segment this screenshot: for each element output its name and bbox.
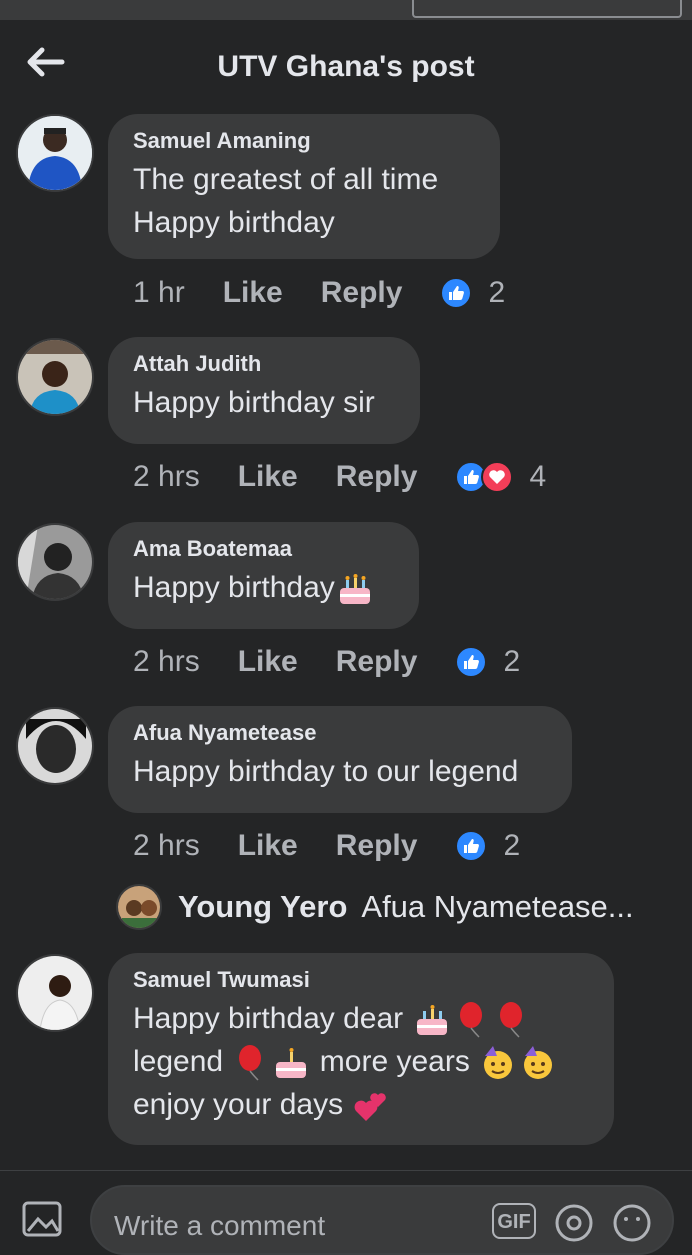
reaction-count[interactable]: 2 bbox=[503, 645, 520, 679]
comment-author[interactable]: Attah Judith bbox=[133, 351, 396, 377]
balloon-icon bbox=[499, 1002, 522, 1038]
comment-actions: 1 hr Like Reply 2 bbox=[133, 273, 505, 313]
thumbs-up-icon bbox=[440, 277, 473, 309]
comment-time: 2 hrs bbox=[133, 829, 200, 862]
comment-time: 1 hr bbox=[133, 276, 185, 309]
heart-icon bbox=[481, 461, 514, 493]
comment-bubble[interactable]: Attah Judith Happy birthday sir bbox=[108, 337, 420, 444]
comment-actions: 2 hrs Like Reply 4 bbox=[133, 457, 546, 497]
reaction-count[interactable]: 2 bbox=[503, 829, 520, 863]
mention-icon[interactable] bbox=[554, 1203, 594, 1243]
top-status-strip bbox=[0, 0, 692, 20]
comment-actions: 2 hrs Like Reply 2 bbox=[133, 826, 520, 866]
balloon-icon bbox=[239, 1045, 262, 1081]
reply-button[interactable]: Reply bbox=[321, 276, 403, 310]
comment-author[interactable]: Ama Boatemaa bbox=[133, 536, 395, 562]
like-button[interactable]: Like bbox=[223, 276, 283, 310]
comment-bubble[interactable]: Samuel Amaning The greatest of all time … bbox=[108, 114, 500, 259]
balloon-icon bbox=[459, 1002, 482, 1038]
reply-button[interactable]: Reply bbox=[336, 460, 418, 494]
comment-text: enjoy your days bbox=[133, 1083, 590, 1126]
avatar bbox=[116, 884, 162, 930]
reply-preview[interactable]: Young Yero Afua Nyametease... bbox=[116, 882, 634, 932]
comment-author[interactable]: Samuel Amaning bbox=[133, 128, 476, 154]
comment-text: legend more years bbox=[133, 1040, 590, 1083]
comment-bubble[interactable]: Ama Boatemaa Happy birthday bbox=[108, 522, 419, 629]
reply-button[interactable]: Reply bbox=[336, 645, 418, 679]
comment-time: 2 hrs bbox=[133, 460, 200, 493]
comment-text: The greatest of all time bbox=[133, 163, 439, 196]
reply-snippet: Afua Nyametease... bbox=[361, 889, 634, 924]
thumbs-up-icon bbox=[455, 830, 488, 862]
post-header: UTV Ghana's post bbox=[0, 20, 692, 112]
comment-time: 2 hrs bbox=[133, 645, 200, 678]
comment-actions: 2 hrs Like Reply 2 bbox=[133, 642, 520, 682]
gif-button[interactable]: GIF bbox=[492, 1203, 536, 1239]
comment-author[interactable]: Samuel Twumasi bbox=[133, 967, 590, 993]
reply-author[interactable]: Young Yero bbox=[178, 889, 347, 925]
two-hearts-icon bbox=[355, 1093, 387, 1122]
thumbs-up-icon bbox=[455, 646, 488, 678]
like-button[interactable]: Like bbox=[238, 645, 298, 679]
birthday-cake-icon bbox=[339, 574, 370, 605]
comment-text-content: legend bbox=[133, 1045, 224, 1078]
like-button[interactable]: Like bbox=[238, 829, 298, 863]
emoji-icon[interactable] bbox=[612, 1203, 652, 1243]
comment-input[interactable] bbox=[112, 1205, 476, 1247]
top-field-outline bbox=[412, 0, 682, 18]
birthday-cake-icon bbox=[276, 1048, 307, 1079]
page-title: UTV Ghana's post bbox=[217, 50, 475, 83]
reaction-count[interactable]: 2 bbox=[488, 276, 505, 310]
avatar[interactable] bbox=[16, 114, 94, 192]
reply-button[interactable]: Reply bbox=[336, 829, 418, 863]
party-face-icon bbox=[484, 1046, 513, 1080]
comment-composer: GIF bbox=[90, 1185, 674, 1255]
comment-text-content: more years bbox=[319, 1045, 470, 1078]
comment-bubble[interactable]: Afua Nyametease Happy birthday to our le… bbox=[108, 706, 572, 813]
comment-text: Happy birthday sir bbox=[133, 386, 375, 419]
reaction-count[interactable]: 4 bbox=[529, 460, 546, 494]
avatar[interactable] bbox=[16, 954, 94, 1032]
avatar[interactable] bbox=[16, 338, 94, 416]
comment-text: Happy birthday bbox=[133, 206, 335, 239]
comment-text-content: Happy birthday bbox=[133, 571, 335, 604]
comment-text-content: enjoy your days bbox=[133, 1088, 344, 1121]
comment-composer-bar: GIF bbox=[0, 1170, 692, 1255]
comment-text-content: Happy birthday dear bbox=[133, 1002, 404, 1035]
avatar[interactable] bbox=[16, 523, 94, 601]
comment-author[interactable]: Afua Nyametease bbox=[133, 720, 548, 746]
birthday-cake-icon bbox=[416, 1005, 447, 1036]
comment-text: Happy birthday bbox=[133, 566, 395, 609]
photo-icon[interactable] bbox=[20, 1197, 70, 1241]
party-face-icon bbox=[524, 1046, 553, 1080]
comment-text: Happy birthday dear bbox=[133, 997, 590, 1040]
comment-bubble[interactable]: Samuel Twumasi Happy birthday dear legen… bbox=[108, 953, 614, 1145]
like-button[interactable]: Like bbox=[238, 460, 298, 494]
comment-text: Happy birthday to our legend bbox=[133, 755, 519, 788]
avatar[interactable] bbox=[16, 707, 94, 785]
